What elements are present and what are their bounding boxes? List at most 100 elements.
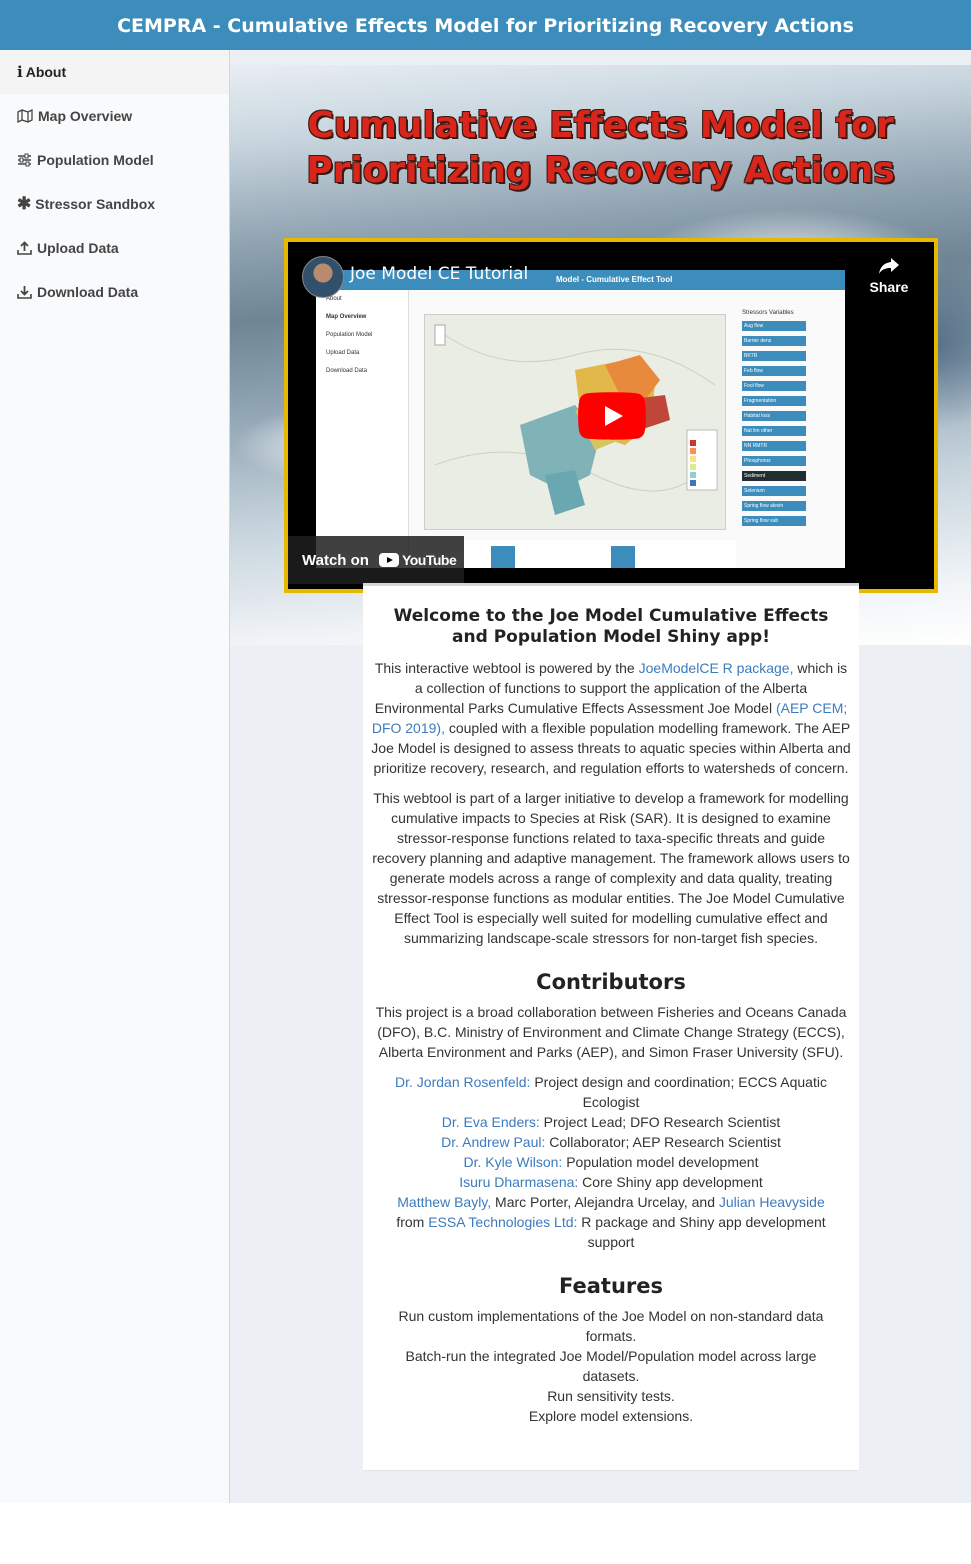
thumbnail-stressor-panel: Stressors Variables Aug flow Barrier den… bbox=[734, 306, 834, 568]
thumbnail-bottom-tabs bbox=[416, 540, 736, 568]
map-icon bbox=[17, 109, 33, 123]
youtube-video-embed[interactable]: Model - Cumulative Effect Tool About Map… bbox=[284, 238, 938, 593]
contributor-link[interactable]: Isuru Dharmasena: bbox=[459, 1174, 578, 1190]
thumbnail-header-text: Model - Cumulative Effect Tool bbox=[556, 275, 673, 284]
sidebar-item-upload-data[interactable]: Upload Data bbox=[0, 226, 229, 270]
thumbnail-nav-item: Download Data bbox=[326, 368, 368, 374]
sidebar-item-download-data[interactable]: Download Data bbox=[0, 270, 229, 314]
thumbnail-sidebar: About Map Overview Population Model Uplo… bbox=[316, 290, 409, 568]
sidebar: i About Map Overview Population Model ✱ … bbox=[0, 50, 230, 1503]
contributor-link[interactable]: Julian Heavyside bbox=[719, 1194, 825, 1210]
contributor-role: Population model development bbox=[562, 1154, 759, 1170]
thumbnail-stressor-button: Spring flow sub bbox=[742, 516, 806, 526]
feature-item: Run custom implementations of the Joe Mo… bbox=[398, 1308, 824, 1344]
sidebar-item-label: Download Data bbox=[37, 284, 139, 300]
main-content: Cumulative Effects Model for Prioritizin… bbox=[230, 50, 971, 1503]
thumbnail-panel-title: Stressors Variables bbox=[742, 310, 794, 316]
thumbnail-nav-item: Upload Data bbox=[326, 350, 360, 356]
feature-item: Explore model extensions. bbox=[528, 1408, 694, 1424]
sidebar-item-about[interactable]: i About bbox=[0, 50, 229, 94]
contributor-item: Isuru Dharmasena: Core Shiny app develop… bbox=[391, 1172, 831, 1192]
upload-icon bbox=[17, 241, 32, 255]
sidebar-item-label: Stressor Sandbox bbox=[35, 196, 156, 212]
thumbnail-stressor-button: Phosphorus bbox=[742, 456, 806, 466]
app-header: CEMPRA - Cumulative Effects Model for Pr… bbox=[0, 0, 971, 50]
thumbnail-stressor-button: Nat lim other bbox=[742, 426, 806, 436]
thumbnail-stressor-button: Sediment bbox=[742, 471, 806, 481]
watch-on-label: Watch on bbox=[302, 551, 369, 569]
contributor-link[interactable]: Dr. Andrew Paul: bbox=[441, 1134, 545, 1150]
contributor-role: Marc Porter, Alejandra Urcelay, and bbox=[491, 1194, 719, 1210]
sliders-icon bbox=[18, 153, 31, 167]
thumbnail-stressor-button: NN RMTR bbox=[742, 441, 806, 451]
contributors-intro: This project is a broad collaboration be… bbox=[375, 1004, 847, 1060]
contributor-item: Dr. Jordan Rosenfeld: Project design and… bbox=[391, 1072, 831, 1112]
thumbnail-stressor-button: BKTR bbox=[742, 351, 806, 361]
contributor-link[interactable]: Dr. Eva Enders: bbox=[442, 1114, 540, 1130]
hero-banner: Cumulative Effects Model for Prioritizin… bbox=[230, 65, 971, 645]
initiative-paragraph: This webtool is part of a larger initiat… bbox=[372, 790, 850, 946]
thumbnail-stressor-button: Spring flow alevin bbox=[742, 501, 806, 511]
sidebar-item-label: About bbox=[25, 64, 67, 80]
contributors-heading: Contributors bbox=[536, 970, 686, 994]
thumbnail-stressor-button: Aug flow bbox=[742, 321, 806, 331]
contributor-role: Core Shiny app development bbox=[578, 1174, 763, 1190]
feature-item: Run sensitivity tests. bbox=[547, 1388, 675, 1404]
app-title: CEMPRA - Cumulative Effects Model for Pr… bbox=[117, 15, 854, 37]
youtube-wordmark: YouTube bbox=[401, 552, 457, 568]
watch-on-youtube-button[interactable]: Watch on YouTube bbox=[288, 536, 464, 584]
thumbnail-nav-item: Map Overview bbox=[326, 314, 367, 320]
intro-text-1: This interactive webtool is powered by t… bbox=[374, 660, 639, 676]
intro-paragraph: This interactive webtool is powered by t… bbox=[371, 658, 851, 778]
contributor-item: Dr. Eva Enders: Project Lead; DFO Resear… bbox=[391, 1112, 831, 1132]
contributor-item: Dr. Kyle Wilson: Population model develo… bbox=[391, 1152, 831, 1172]
sidebar-item-label: Map Overview bbox=[38, 108, 133, 124]
about-content-box: Welcome to the Joe Model Cumulative Effe… bbox=[363, 583, 859, 1471]
channel-avatar[interactable] bbox=[302, 256, 344, 298]
sidebar-item-stressor-sandbox[interactable]: ✱ Stressor Sandbox bbox=[0, 182, 229, 226]
contributor-link[interactable]: Matthew Bayly, bbox=[397, 1194, 491, 1210]
contributor-item: Dr. Andrew Paul: Collaborator; AEP Resea… bbox=[391, 1132, 831, 1152]
share-icon bbox=[879, 258, 899, 274]
content-divider bbox=[363, 1470, 859, 1471]
contributor-link[interactable]: Dr. Jordan Rosenfeld: bbox=[395, 1074, 530, 1090]
features-heading: Features bbox=[559, 1274, 663, 1298]
youtube-logo: YouTube bbox=[378, 552, 457, 568]
hero-title-line-1: Cumulative Effects Model for bbox=[307, 105, 894, 146]
info-icon: i bbox=[17, 63, 23, 81]
contributor-role: Project Lead; DFO Research Scientist bbox=[539, 1114, 781, 1130]
hero-title-line-2: Prioritizing Recovery Actions bbox=[306, 150, 895, 191]
share-label: Share bbox=[869, 279, 909, 295]
thumbnail-map bbox=[424, 314, 726, 530]
share-button[interactable]: Share bbox=[864, 256, 914, 295]
contributor-role: Collaborator; AEP Research Scientist bbox=[545, 1134, 781, 1150]
sidebar-item-map-overview[interactable]: Map Overview bbox=[0, 94, 229, 138]
features-list: Run custom implementations of the Joe Mo… bbox=[396, 1306, 826, 1426]
thumbnail-stressor-button: Habitat loss bbox=[742, 411, 806, 421]
thumbnail-nav-item: Population Model bbox=[326, 332, 373, 338]
sidebar-item-label: Upload Data bbox=[37, 240, 119, 256]
hero-title: Cumulative Effects Model for Prioritizin… bbox=[230, 103, 971, 193]
asterisk-icon: ✱ bbox=[17, 194, 32, 213]
contributors-list: Dr. Jordan Rosenfeld: Project design and… bbox=[391, 1072, 831, 1252]
welcome-heading: Welcome to the Joe Model Cumulative Effe… bbox=[393, 606, 829, 647]
thumbnail-stressor-button: Fool flow bbox=[742, 381, 806, 391]
youtube-play-icon bbox=[378, 553, 399, 567]
contributor-link[interactable]: Dr. Kyle Wilson: bbox=[464, 1154, 563, 1170]
sidebar-item-population-model[interactable]: Population Model bbox=[0, 138, 229, 182]
thumbnail-stressor-button: Selenium bbox=[742, 486, 806, 496]
contributor-item: Matthew Bayly, Marc Porter, Alejandra Ur… bbox=[391, 1192, 831, 1252]
thumbnail-stressor-button: Feb flow bbox=[742, 366, 806, 376]
essa-link[interactable]: ESSA Technologies Ltd: bbox=[428, 1214, 577, 1230]
joemodelce-package-link[interactable]: JoeModelCE R package, bbox=[639, 660, 794, 676]
thumbnail-stressor-button: Fragmentation bbox=[742, 396, 806, 406]
contributor-role: R package and Shiny app development supp… bbox=[577, 1214, 826, 1250]
video-title[interactable]: Joe Model CE Tutorial bbox=[350, 264, 528, 284]
contributor-role: Project design and coordination; ECCS Aq… bbox=[530, 1074, 827, 1110]
contributor-role: from bbox=[396, 1214, 429, 1230]
play-button-icon[interactable] bbox=[578, 392, 646, 440]
watershed-map-graphic bbox=[434, 324, 718, 515]
feature-item: Batch-run the integrated Joe Model/Popul… bbox=[405, 1348, 817, 1384]
thumbnail-stressor-button: Barrier dens bbox=[742, 336, 806, 346]
download-icon bbox=[17, 286, 32, 299]
